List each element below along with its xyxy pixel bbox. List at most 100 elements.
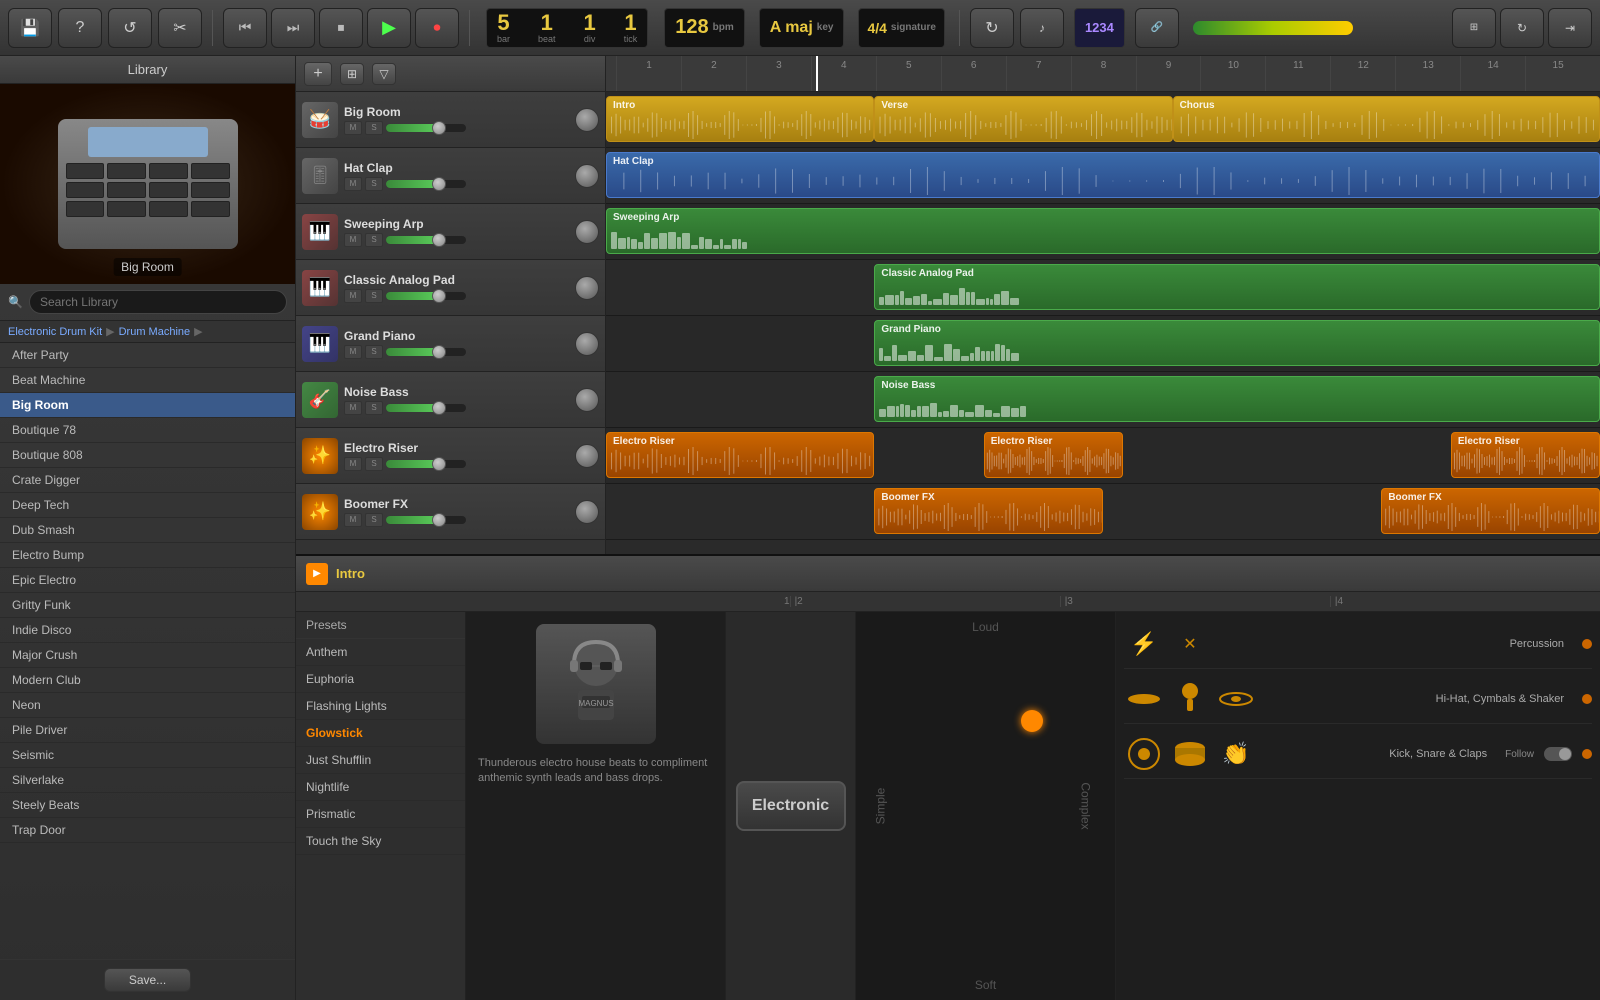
mute-btn[interactable]: M: [344, 401, 362, 415]
xy-pad[interactable]: Loud Soft Simple Complex: [856, 612, 1116, 1000]
pad9[interactable]: [66, 201, 105, 217]
preset-item[interactable]: Euphoria: [296, 666, 465, 693]
segment[interactable]: Noise Bass: [874, 376, 1600, 422]
fader-knob[interactable]: [432, 345, 446, 359]
pad8[interactable]: [191, 182, 230, 198]
segment[interactable]: Intro: [606, 96, 874, 142]
solo-btn[interactable]: S: [365, 121, 383, 135]
library-item[interactable]: Dub Smash: [0, 518, 295, 543]
track-fader[interactable]: [386, 516, 466, 524]
volume-knob[interactable]: [575, 108, 599, 132]
solo-btn[interactable]: S: [365, 513, 383, 527]
stop-button[interactable]: ⏹: [319, 8, 363, 48]
breadcrumb-item2[interactable]: Drum Machine: [119, 326, 191, 338]
fader-knob[interactable]: [432, 401, 446, 415]
scissors-button[interactable]: ✂: [158, 8, 202, 48]
save-button[interactable]: Save...: [104, 968, 191, 992]
beat-play-button[interactable]: ▶: [306, 563, 328, 585]
volume-knob[interactable]: [575, 388, 599, 412]
bpm-display[interactable]: 128 bpm: [664, 8, 744, 48]
preset-item[interactable]: Glowstick: [296, 720, 465, 747]
track-fader[interactable]: [386, 180, 466, 188]
track-fader[interactable]: [386, 404, 466, 412]
preset-item[interactable]: Nightlife: [296, 774, 465, 801]
library-item[interactable]: Big Room: [0, 393, 295, 418]
library-item[interactable]: Neon: [0, 693, 295, 718]
library-item[interactable]: After Party: [0, 343, 295, 368]
preset-item[interactable]: Prismatic: [296, 801, 465, 828]
pad4[interactable]: [191, 163, 230, 179]
kick-dot[interactable]: [1582, 749, 1592, 759]
library-item[interactable]: Steely Beats: [0, 793, 295, 818]
percussion-dot[interactable]: [1582, 639, 1592, 649]
library-item[interactable]: Silverlake: [0, 768, 295, 793]
volume-knob[interactable]: [575, 500, 599, 524]
note-button[interactable]: ♪: [1020, 8, 1064, 48]
segment[interactable]: Classic Analog Pad: [874, 264, 1600, 310]
segment[interactable]: Electro Riser: [1451, 432, 1600, 478]
track-filter-btn[interactable]: ▽: [372, 63, 396, 85]
master-volume[interactable]: [1193, 21, 1353, 35]
volume-knob[interactable]: [575, 276, 599, 300]
segment[interactable]: Boomer FX: [874, 488, 1103, 534]
segment[interactable]: Electro Riser: [984, 432, 1123, 478]
preset-item[interactable]: Anthem: [296, 639, 465, 666]
solo-btn[interactable]: S: [365, 289, 383, 303]
segment[interactable]: Sweeping Arp: [606, 208, 1600, 254]
fader-knob[interactable]: [432, 233, 446, 247]
library-item[interactable]: Deep Tech: [0, 493, 295, 518]
history-button[interactable]: ↺: [108, 8, 152, 48]
pad7[interactable]: [149, 182, 188, 198]
key-display[interactable]: A maj key: [759, 8, 845, 48]
mute-btn[interactable]: M: [344, 121, 362, 135]
mute-btn[interactable]: M: [344, 289, 362, 303]
preset-item[interactable]: Touch the Sky: [296, 828, 465, 855]
preset-item[interactable]: Just Shufflin: [296, 747, 465, 774]
pad11[interactable]: [149, 201, 188, 217]
track-settings-btn[interactable]: ⊞: [340, 63, 364, 85]
solo-btn[interactable]: S: [365, 345, 383, 359]
track-fader[interactable]: [386, 124, 466, 132]
fader-knob[interactable]: [432, 457, 446, 471]
pad5[interactable]: [66, 182, 105, 198]
xy-dot[interactable]: [1021, 710, 1043, 732]
settings-btn[interactable]: ⇥: [1548, 8, 1592, 48]
volume-knob[interactable]: [575, 444, 599, 468]
genre-button[interactable]: Electronic: [736, 781, 846, 831]
library-item[interactable]: Boutique 78: [0, 418, 295, 443]
library-item[interactable]: Seismic: [0, 743, 295, 768]
pad1[interactable]: [66, 163, 105, 179]
mute-btn[interactable]: M: [344, 513, 362, 527]
pad12[interactable]: [191, 201, 230, 217]
record-button[interactable]: ⏺: [415, 8, 459, 48]
segment[interactable]: Verse: [874, 96, 1172, 142]
track-fader[interactable]: [386, 236, 466, 244]
add-track-button[interactable]: +: [304, 62, 332, 86]
solo-btn[interactable]: S: [365, 233, 383, 247]
solo-btn[interactable]: S: [365, 177, 383, 191]
fader-knob[interactable]: [432, 177, 446, 191]
mute-btn[interactable]: M: [344, 457, 362, 471]
solo-btn[interactable]: S: [365, 401, 383, 415]
volume-knob[interactable]: [575, 332, 599, 356]
mute-btn[interactable]: M: [344, 345, 362, 359]
library-item[interactable]: Boutique 808: [0, 443, 295, 468]
rewind-button[interactable]: ⏮: [223, 8, 267, 48]
volume-knob[interactable]: [575, 220, 599, 244]
breadcrumb-item1[interactable]: Electronic Drum Kit: [8, 326, 102, 338]
track-fader[interactable]: [386, 292, 466, 300]
track-fader[interactable]: [386, 460, 466, 468]
cycle-button[interactable]: ↻: [970, 8, 1014, 48]
library-item[interactable]: Gritty Funk: [0, 593, 295, 618]
pad10[interactable]: [107, 201, 146, 217]
preset-item[interactable]: Flashing Lights: [296, 693, 465, 720]
link-button[interactable]: 🔗: [1135, 8, 1179, 48]
library-item[interactable]: Pile Driver: [0, 718, 295, 743]
fader-knob[interactable]: [432, 513, 446, 527]
hihat-dot[interactable]: [1582, 694, 1592, 704]
segment[interactable]: Hat Clap: [606, 152, 1600, 198]
save-button[interactable]: 💾: [8, 8, 52, 48]
editor-btn[interactable]: ⊞: [1452, 8, 1496, 48]
signature-display[interactable]: 4/4 signature: [858, 8, 944, 48]
library-item[interactable]: Beat Machine: [0, 368, 295, 393]
